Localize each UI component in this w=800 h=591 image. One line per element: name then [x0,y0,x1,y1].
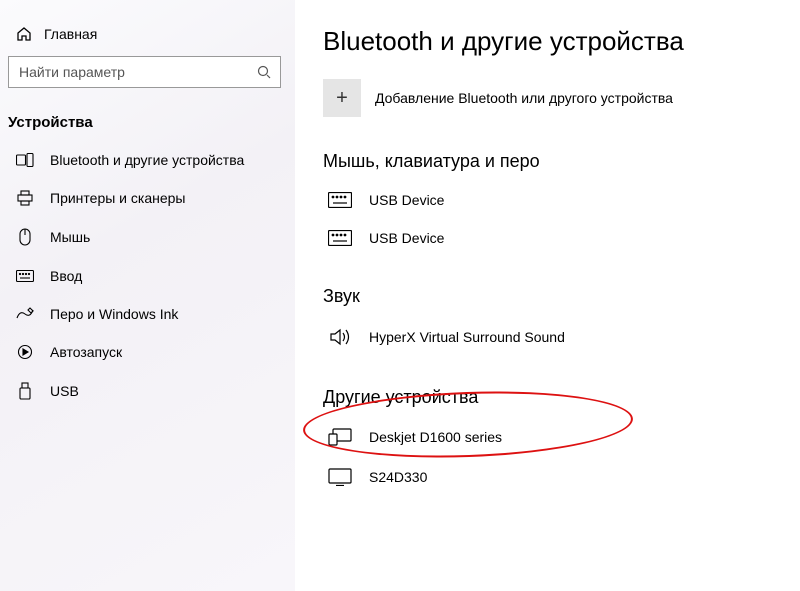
keyboard-icon [327,192,353,208]
home-icon [16,26,32,42]
monitor-icon [327,468,353,486]
device-row[interactable]: HyperX Virtual Surround Sound [323,319,770,361]
speaker-icon [327,327,353,347]
add-device-label: Добавление Bluetooth или другого устройс… [375,90,673,106]
sidebar-item-typing[interactable]: Ввод [0,257,295,295]
sidebar-item-label: Перо и Windows Ink [50,306,178,322]
sidebar-item-label: Мышь [50,229,90,245]
sidebar-item-label: Ввод [50,268,82,284]
device-row[interactable]: USB Device [323,184,770,222]
keyboard-icon [327,230,353,246]
mouse-icon [16,228,34,246]
device-name: S24D330 [369,469,427,485]
device-row[interactable]: USB Device [323,222,770,260]
sidebar: Главная Устройства Bluetooth и другие ус… [0,0,295,591]
search-box[interactable] [8,56,281,88]
sidebar-item-label: Bluetooth и другие устройства [50,152,244,168]
sidebar-item-printers[interactable]: Принтеры и сканеры [0,179,295,217]
sidebar-item-bluetooth[interactable]: Bluetooth и другие устройства [0,141,295,179]
search-input[interactable] [19,64,256,80]
group-title: Мышь, клавиатура и перо [323,151,770,172]
sidebar-section-title: Устройства [0,106,295,141]
usb-icon [16,382,34,400]
group-title: Звук [323,286,770,307]
sidebar-item-label: Автозапуск [50,344,122,360]
main-content: Bluetooth и другие устройства + Добавлен… [295,0,800,591]
sidebar-item-pen[interactable]: Перо и Windows Ink [0,295,295,333]
keyboard-icon [16,270,34,282]
plus-icon: + [323,79,361,117]
multi-device-icon [327,428,353,446]
home-link[interactable]: Главная [0,22,295,56]
sidebar-item-usb[interactable]: USB [0,371,295,411]
autoplay-icon [16,344,34,360]
group-title: Другие устройства [323,387,770,408]
pen-icon [16,307,34,321]
group-other: Другие устройства Deskjet D1600 series S… [323,387,770,500]
device-name: USB Device [369,230,444,246]
group-audio: Звук HyperX Virtual Surround Sound [323,286,770,361]
sidebar-item-label: Принтеры и сканеры [50,190,185,206]
device-row[interactable]: Deskjet D1600 series [323,420,770,460]
device-name: USB Device [369,192,444,208]
sidebar-item-label: USB [50,383,79,399]
home-label: Главная [44,26,97,42]
sidebar-item-mouse[interactable]: Мышь [0,217,295,257]
add-device-button[interactable]: + Добавление Bluetooth или другого устро… [323,79,770,117]
page-title: Bluetooth и другие устройства [323,26,770,57]
device-name: Deskjet D1600 series [369,429,502,445]
device-name: HyperX Virtual Surround Sound [369,329,565,345]
search-icon [256,64,272,80]
sidebar-item-autoplay[interactable]: Автозапуск [0,333,295,371]
bluetooth-devices-icon [16,153,34,167]
group-mouse-keyboard: Мышь, клавиатура и перо USB Device USB D… [323,151,770,260]
printer-icon [16,190,34,206]
device-row[interactable]: S24D330 [323,460,770,500]
